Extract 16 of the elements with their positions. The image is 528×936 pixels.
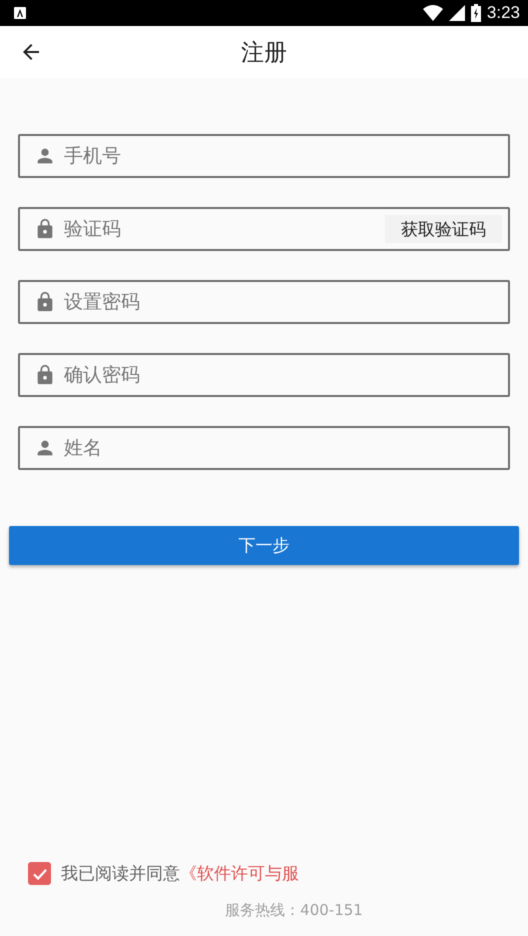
page-title: 注册 — [241, 38, 287, 68]
app-notification-icon — [14, 7, 26, 19]
clock-time: 3:23 — [486, 3, 520, 23]
signal-icon — [448, 5, 465, 21]
agreement-checkbox[interactable] — [28, 862, 51, 885]
get-code-button[interactable]: 获取验证码 — [385, 215, 502, 243]
next-button[interactable]: 下一步 — [9, 526, 519, 565]
input-field[interactable]: 手机号 — [18, 134, 510, 178]
input-field[interactable]: 确认密码 — [18, 353, 510, 397]
input-field[interactable]: 姓名 — [18, 426, 510, 470]
license-link[interactable]: 《软件许可与服 — [180, 862, 299, 885]
input-field[interactable]: 设置密码 — [18, 280, 510, 324]
battery-icon — [470, 4, 481, 22]
wifi-icon — [422, 5, 443, 21]
agreement-text: 我已阅读并同意 — [61, 863, 180, 885]
hotline-text: 服务热线：400-151 — [224, 901, 364, 920]
